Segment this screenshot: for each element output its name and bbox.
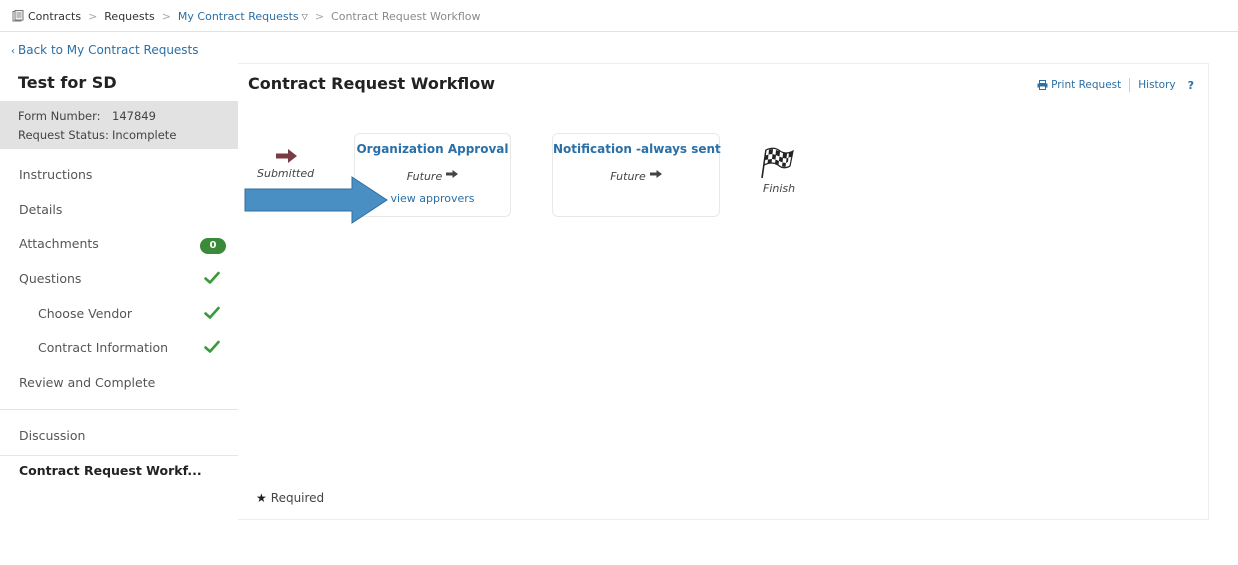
arrow-right-icon bbox=[446, 168, 459, 178]
sidebar-item-label: Instructions bbox=[19, 167, 93, 182]
header-actions: Print Request History ? bbox=[1037, 78, 1194, 92]
check-icon bbox=[204, 340, 220, 354]
sidebar-item-label: Attachments bbox=[19, 236, 99, 251]
request-status-value: Incomplete bbox=[112, 128, 177, 142]
check-icon bbox=[204, 271, 220, 285]
sidebar: Test for SD Form Number: 147849 Request … bbox=[0, 63, 238, 493]
required-legend: ★ Required bbox=[256, 491, 324, 505]
contracts-icon bbox=[12, 10, 24, 22]
callout-arrow-icon bbox=[244, 176, 388, 224]
workflow-step-title[interactable]: Organization Approval bbox=[355, 142, 510, 156]
sidebar-item-label: Discussion bbox=[19, 428, 86, 443]
request-status-row: Request Status: Incomplete bbox=[18, 128, 176, 142]
workflow-finish-label: Finish bbox=[763, 182, 796, 195]
chevron-left-icon: ‹ bbox=[11, 46, 15, 57]
action-separator bbox=[1129, 78, 1131, 92]
required-label: Required bbox=[270, 491, 325, 505]
submitted-arrow-icon bbox=[276, 148, 298, 163]
request-title: Test for SD bbox=[18, 73, 117, 92]
workflow-step-status-text: Future bbox=[610, 170, 646, 183]
sidebar-item-instructions[interactable]: Instructions bbox=[0, 158, 238, 192]
checkered-flag-icon bbox=[760, 146, 796, 180]
breadcrumb-requests[interactable]: Requests bbox=[104, 10, 154, 23]
sidebar-item-choose-vendor[interactable]: Choose Vendor bbox=[0, 297, 238, 331]
breadcrumb-current: Contract Request Workflow bbox=[331, 9, 481, 23]
sidebar-item-label: Details bbox=[19, 202, 63, 217]
sidebar-item-label: Contract Information bbox=[38, 340, 169, 355]
workflow-step-title[interactable]: Notification -always sent bbox=[553, 142, 721, 156]
sidebar-item-details[interactable]: Details bbox=[0, 193, 238, 227]
breadcrumb: Contracts > Requests > My Contract Reque… bbox=[12, 9, 481, 23]
request-meta-panel: Form Number: 147849 Request Status: Inco… bbox=[0, 101, 238, 149]
sidebar-item-label: Review and Complete bbox=[19, 375, 156, 390]
breadcrumb-separator: > bbox=[161, 9, 171, 23]
sidebar-item-label: Questions bbox=[19, 271, 82, 286]
sidebar-item-contract-information[interactable]: Contract Information bbox=[0, 331, 238, 365]
check-icon bbox=[204, 306, 220, 320]
sidebar-item-attachments[interactable]: Attachments 0 bbox=[0, 227, 238, 261]
workflow-step-status-text: Future bbox=[406, 170, 443, 183]
sidebar-item-questions[interactable]: Questions bbox=[0, 262, 238, 296]
help-link[interactable]: ? bbox=[1188, 79, 1194, 92]
workflow-step-notification: Notification -always sent Future bbox=[552, 133, 721, 217]
print-request-link[interactable]: Print Request bbox=[1037, 79, 1121, 91]
print-request-label: Print Request bbox=[1051, 79, 1122, 91]
sidebar-item-contract-request-workflow[interactable]: Contract Request Workf... bbox=[0, 454, 238, 488]
arrow-right-icon bbox=[649, 168, 662, 178]
attachments-count-badge: 0 bbox=[200, 238, 226, 254]
history-link[interactable]: History bbox=[1138, 79, 1175, 91]
page-title: Contract Request Workflow bbox=[248, 74, 496, 93]
form-number-label: Form Number: bbox=[18, 109, 101, 123]
workflow-step-status: Future bbox=[553, 168, 719, 183]
back-link-label: Back to My Contract Requests bbox=[18, 43, 199, 57]
breadcrumb-separator: > bbox=[88, 9, 98, 23]
sidebar-item-review-and-complete[interactable]: Review and Complete bbox=[0, 366, 238, 400]
sidebar-divider bbox=[0, 409, 238, 410]
breadcrumb-my-contract-requests[interactable]: My Contract Requests bbox=[178, 10, 299, 23]
form-number-value: 147849 bbox=[112, 109, 156, 123]
main-panel: Contract Request Workflow Print Request … bbox=[238, 63, 1209, 520]
breadcrumb-bar: Contracts > Requests > My Contract Reque… bbox=[0, 0, 1238, 32]
caret-down-icon[interactable]: ▽ bbox=[302, 12, 308, 21]
sidebar-item-label: Contract Request Workf... bbox=[19, 463, 202, 478]
printer-icon bbox=[1037, 80, 1048, 90]
breadcrumb-separator: > bbox=[314, 9, 325, 23]
sidebar-item-label: Choose Vendor bbox=[38, 306, 133, 321]
sidebar-item-discussion[interactable]: Discussion bbox=[0, 419, 238, 453]
back-to-my-contract-requests-link[interactable]: ‹ Back to My Contract Requests bbox=[11, 43, 199, 57]
breadcrumb-contracts[interactable]: Contracts bbox=[28, 10, 81, 23]
star-icon: ★ bbox=[256, 491, 267, 505]
form-number-row: Form Number: 147849 bbox=[18, 109, 156, 123]
request-status-label: Request Status: bbox=[18, 128, 109, 142]
